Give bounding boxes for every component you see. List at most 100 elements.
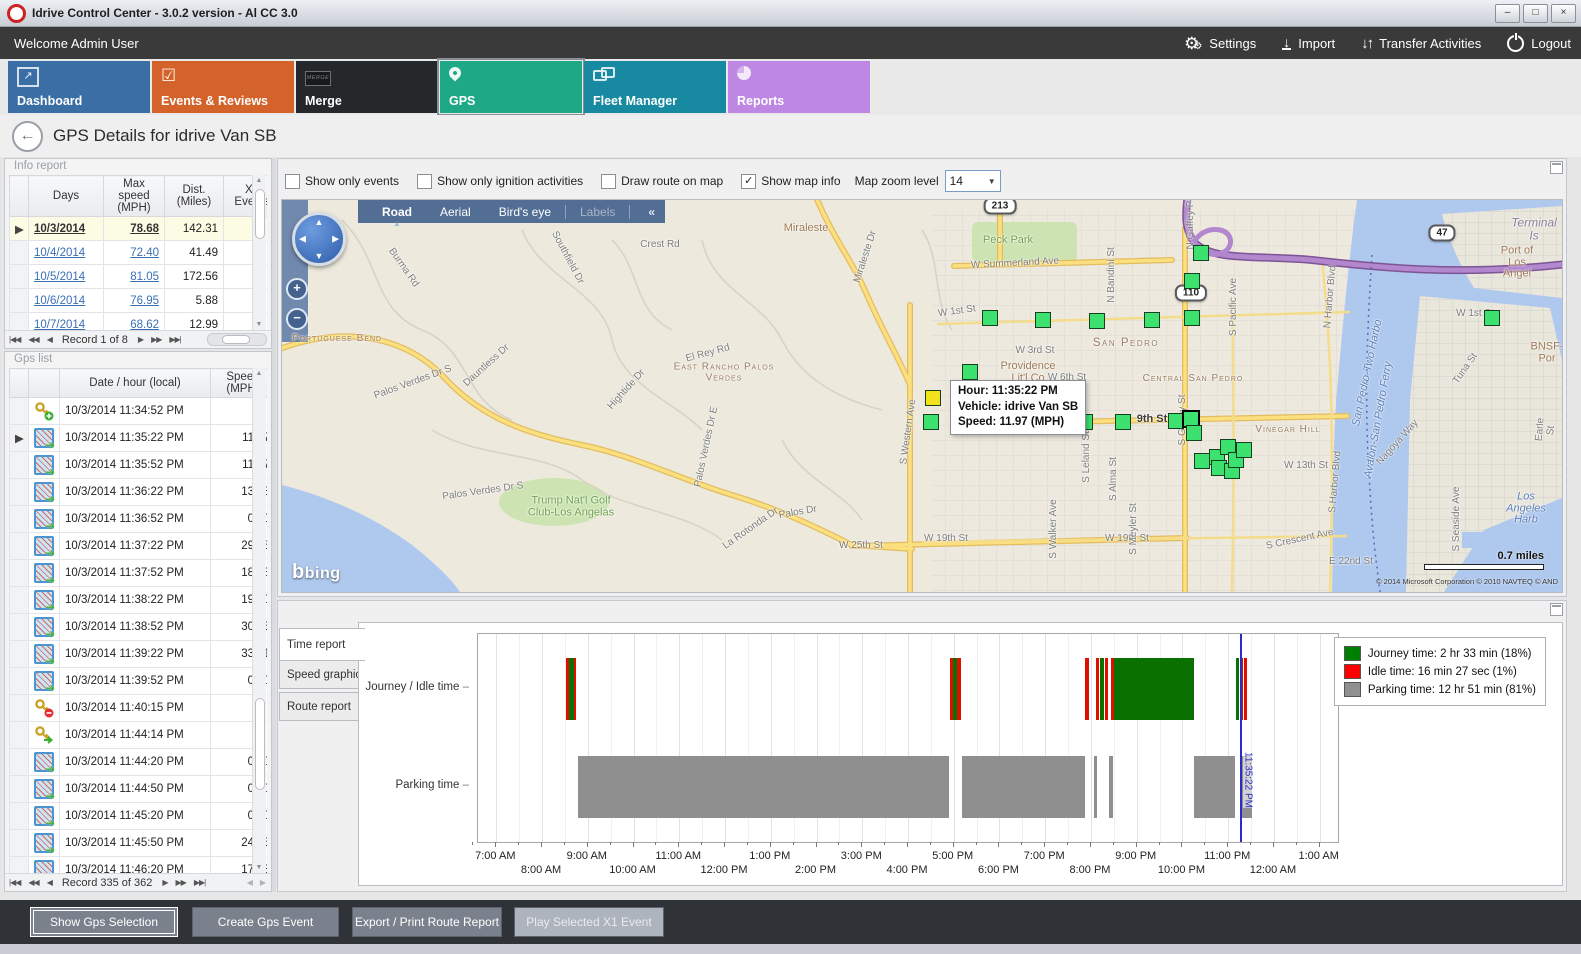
tab-reports[interactable]: Reports	[728, 61, 870, 113]
gps-point-marker[interactable]	[1144, 312, 1160, 328]
gps-list-row[interactable]: ▶10/3/2014 11:35:22 PM11.97	[10, 425, 268, 452]
checkbox-box[interactable]	[285, 174, 300, 189]
info-report-row[interactable]: 10/7/201468.6212.99	[10, 313, 268, 331]
gps-point-marker[interactable]	[1186, 425, 1202, 441]
header-action-transfer-activities[interactable]: ↓↑Transfer Activities	[1361, 35, 1481, 52]
info-col-header[interactable]: Days	[29, 176, 104, 217]
checkbox-box[interactable]	[417, 174, 432, 189]
info-col-header[interactable]: Max speed (MPH)	[104, 176, 165, 217]
gps-list-row[interactable]: 10/3/2014 11:45:50 PM24.75	[10, 830, 268, 857]
info-report-hscrollbar[interactable]	[207, 333, 267, 346]
checkbox-show-only-ignition-activities[interactable]: Show only ignition activities	[417, 174, 583, 189]
checkbox-show-only-events[interactable]: Show only events	[285, 174, 399, 189]
max-speed-link[interactable]: 81.05	[130, 271, 159, 283]
map-style-bird-s-eye[interactable]: Bird's eye	[485, 205, 565, 219]
footer-button-show-gps-selection[interactable]: Show Gps Selection	[30, 907, 178, 937]
tab-gps[interactable]: GPS	[440, 61, 582, 113]
gps-point-marker[interactable]	[1115, 414, 1131, 430]
gps-point-marker[interactable]	[1035, 312, 1051, 328]
gps-list-row[interactable]: 10/3/2014 11:39:52 PM0.00	[10, 668, 268, 695]
gps-list-row[interactable]: 10/3/2014 11:46:20 PM17.93	[10, 857, 268, 874]
map-zoom-out-button[interactable]: −	[286, 308, 308, 330]
checkbox-box[interactable]	[601, 174, 616, 189]
map-style-aerial[interactable]: Aerial	[426, 205, 485, 219]
chart-tab-route-report[interactable]: Route report	[279, 692, 363, 721]
checkbox-draw-route-on-map[interactable]: Draw route on map	[601, 174, 723, 189]
header-action-logout[interactable]: Logout	[1507, 35, 1571, 52]
gps-list-row[interactable]: 10/3/2014 11:39:22 PM33.21	[10, 641, 268, 668]
info-report-row[interactable]: 10/6/201476.955.88	[10, 289, 268, 313]
checkbox-show-map-info[interactable]: ✓Show map info	[741, 174, 840, 189]
day-link[interactable]: 10/6/2014	[34, 295, 85, 307]
gps-list-row[interactable]: 10/3/2014 11:38:22 PM19.70	[10, 587, 268, 614]
info-report-scrollbar[interactable]: ▲ ▼	[252, 175, 266, 330]
day-link[interactable]: 10/3/2014	[34, 223, 85, 235]
day-link[interactable]: 10/4/2014	[34, 247, 85, 259]
gps-list-scrollbar[interactable]: ▲ ▼	[252, 368, 266, 873]
gps-list-row[interactable]: 10/3/2014 11:35:52 PM11.47	[10, 452, 268, 479]
gps-list-row[interactable]: 10/3/2014 11:40:15 PM	[10, 695, 268, 722]
gps-point-marker[interactable]	[1184, 273, 1200, 289]
gps-list-row[interactable]: 10/3/2014 11:36:22 PM13.28	[10, 479, 268, 506]
map-zoom-level-select[interactable]: 14▼	[945, 170, 1001, 192]
header-action-import[interactable]: ↓Import	[1282, 36, 1335, 51]
collapse-chart-panel-button[interactable]	[1550, 603, 1563, 616]
footer-button-create-gps-event[interactable]: Create Gps Event	[192, 907, 339, 937]
max-speed-link[interactable]: 68.62	[130, 319, 159, 331]
gps-point-marker[interactable]	[1236, 442, 1252, 458]
gps-col-date[interactable]: Date / hour (local)	[60, 369, 211, 398]
day-link[interactable]: 10/7/2014	[34, 319, 85, 331]
gps-list-row[interactable]: 10/3/2014 11:38:52 PM30.55	[10, 614, 268, 641]
tab-events-reviews[interactable]: ☑Events & Reviews	[152, 61, 294, 113]
gps-list-row[interactable]: 10/3/2014 11:44:50 PM0.00	[10, 776, 268, 803]
minimize-button[interactable]: –	[1495, 4, 1520, 23]
gps-point-marker[interactable]	[1194, 453, 1210, 469]
maximize-button[interactable]: □	[1523, 4, 1548, 23]
gps-list-row[interactable]: 10/3/2014 11:44:20 PM0.00	[10, 749, 268, 776]
gps-point-marker[interactable]	[1484, 310, 1500, 326]
gps-list-row[interactable]: 10/3/2014 11:44:14 PM	[10, 722, 268, 749]
gps-list-row[interactable]: 10/3/2014 11:34:52 PM	[10, 398, 268, 425]
max-speed-link[interactable]: 78.68	[130, 223, 159, 235]
gps-list-pager[interactable]: |◀◀◀◀◀ Record 335 of 362 ▶▶▶▶▶| ◀▶	[5, 873, 271, 891]
footer-button-export-print-route-report[interactable]: Export / Print Route Report	[352, 907, 502, 937]
header-action-settings[interactable]: ⚙⚙Settings	[1184, 35, 1256, 52]
collapse-map-panel-button[interactable]	[1550, 161, 1563, 174]
gps-list-row[interactable]: 10/3/2014 11:37:52 PM18.63	[10, 560, 268, 587]
gps-point-marker[interactable]	[923, 414, 939, 430]
info-report-row[interactable]: 10/5/201481.05172.56	[10, 265, 268, 289]
gps-list-row[interactable]: 10/3/2014 11:36:52 PM0.00	[10, 506, 268, 533]
map-pan-compass[interactable]: ▲ ▼ ◀ ▶	[292, 212, 346, 266]
panel-splitter[interactable]	[272, 158, 276, 892]
selected-gps-point-marker[interactable]	[925, 390, 941, 406]
gps-point-marker[interactable]	[982, 310, 998, 326]
map-style-labels[interactable]: Labels	[566, 205, 629, 219]
map-style-road[interactable]: Road	[368, 205, 426, 219]
gps-list-row[interactable]: 10/3/2014 11:45:20 PM0.00	[10, 803, 268, 830]
info-report-pager[interactable]: |◀◀◀◀◀ Record 1 of 8 ▶▶▶▶▶|	[5, 330, 271, 348]
tab-fleet-manager[interactable]: Fleet Manager	[584, 61, 726, 113]
max-speed-link[interactable]: 72.40	[130, 247, 159, 259]
gps-point-marker[interactable]	[1193, 245, 1209, 261]
gps-list-row[interactable]: 10/3/2014 11:37:22 PM29.05	[10, 533, 268, 560]
tab-dashboard[interactable]: ↗Dashboard	[8, 61, 150, 113]
map-zoom-in-button[interactable]: +	[286, 278, 308, 300]
gps-point-marker[interactable]	[962, 364, 978, 380]
chart-tab-speed-graphic[interactable]: Speed graphic	[279, 660, 363, 689]
back-button[interactable]: ←	[12, 121, 43, 152]
map-label: S Seaside Ave	[1452, 487, 1463, 552]
info-col-header[interactable]: Dist. (Miles)	[165, 176, 224, 217]
day-link[interactable]: 10/5/2014	[34, 271, 85, 283]
chart-segment-idle-time	[574, 658, 577, 720]
info-report-row[interactable]: ▶10/3/201478.68142.31	[10, 217, 268, 241]
close-button[interactable]: ×	[1551, 4, 1576, 23]
map-toolbar-collapse[interactable]: «	[648, 205, 655, 219]
max-speed-link[interactable]: 76.95	[130, 295, 159, 307]
info-report-row[interactable]: 10/4/201472.4041.49	[10, 241, 268, 265]
tab-merge[interactable]: MERGEMerge	[296, 61, 438, 113]
chart-tab-time-report[interactable]: Time report	[279, 628, 365, 661]
gps-point-marker[interactable]	[1184, 310, 1200, 326]
checkbox-box[interactable]: ✓	[741, 174, 756, 189]
bing-map[interactable]: RoadAerialBird's eyeLabels« ▲ ▼ ◀ ▶ + − …	[281, 199, 1563, 593]
gps-point-marker[interactable]	[1089, 313, 1105, 329]
